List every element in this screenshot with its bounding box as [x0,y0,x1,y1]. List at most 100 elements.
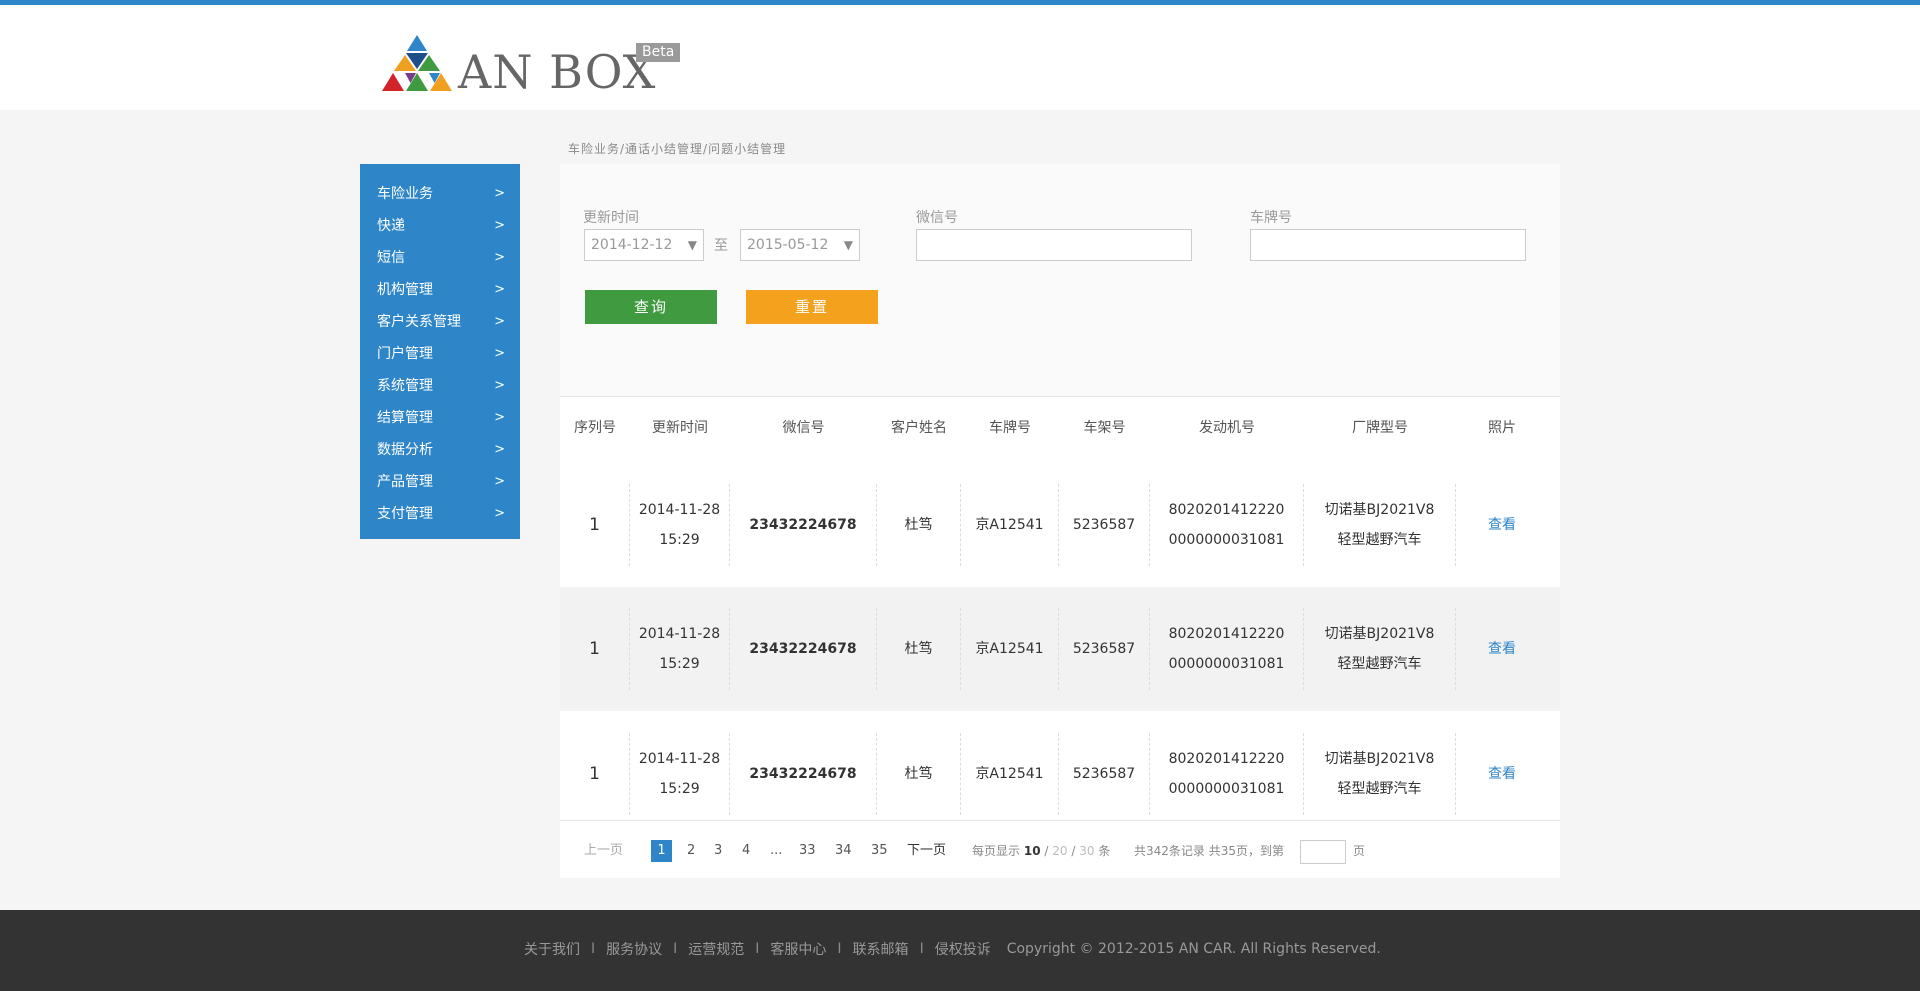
page-35-button[interactable]: 35 [871,840,888,862]
footer-separator: I [755,941,760,957]
cell-model: 切诺基BJ2021V8 轻型越野汽车 [1304,484,1456,566]
sidebar-item-label: 产品管理 [377,474,433,490]
sidebar-item-express[interactable]: 快递 > [360,209,520,241]
header: AN BOX Beta [0,5,1920,110]
start-date-value: 2014-12-12 [591,237,673,253]
sidebar-item-payment-management[interactable]: 支付管理 > [360,497,520,529]
page-33-button[interactable]: 33 [799,840,816,862]
per-page-option-30[interactable]: 30 [1079,844,1094,858]
footer-separator: I [919,941,924,957]
sidebar-item-label: 机构管理 [377,282,433,298]
footer-separator: I [591,941,596,957]
cell-photo: 查看 [1456,608,1548,690]
col-header-wechat: 微信号 [782,420,825,436]
cell-vin: 5236587 [1059,608,1150,690]
plate-label: 车牌号 [1250,210,1292,226]
cell-wechat: 23432224678 [730,608,877,690]
cell-model: 切诺基BJ2021V8 轻型越野汽车 [1304,733,1456,815]
footer-links: 关于我们 I 服务协议 I 运营规范 I 客服中心 I 联系邮箱 I 侵权投诉 … [524,939,1381,959]
footer-link-infringement[interactable]: 侵权投诉 [935,939,991,959]
cell-engine: 8020201412220 0000000031081 [1150,484,1304,566]
page-34-button[interactable]: 34 [835,840,852,862]
date-range-separator: 至 [714,238,728,254]
cell-update-time: 2014-11-28 15:29 [630,484,730,566]
view-photo-link[interactable]: 查看 [1488,510,1516,540]
sidebar-item-sms[interactable]: 短信 > [360,241,520,273]
sidebar-item-label: 快递 [377,218,405,234]
sidebar-item-org-management[interactable]: 机构管理 > [360,273,520,305]
col-header-photo: 照片 [1488,420,1516,436]
sidebar-item-car-insurance[interactable]: 车险业务 > [360,177,520,209]
footer-link-operation-rules[interactable]: 运营规范 [688,939,744,959]
chevron-right-icon: > [494,441,505,457]
reset-button[interactable]: 重置 [746,290,878,324]
cell-customer-name: 杜笃 [877,733,961,815]
page-unit-label: 页 [1353,844,1366,858]
cell-engine: 8020201412220 0000000031081 [1150,733,1304,815]
chevron-right-icon: > [494,505,505,521]
view-photo-link[interactable]: 查看 [1488,759,1516,789]
end-date-select[interactable]: 2015-05-12 ▼ [740,229,860,261]
per-page-option-20[interactable]: 20 [1052,844,1067,858]
footer: 关于我们 I 服务协议 I 运营规范 I 客服中心 I 联系邮箱 I 侵权投诉 … [0,910,1920,991]
footer-link-support[interactable]: 客服中心 [770,939,826,959]
chevron-right-icon: > [494,249,505,265]
cell-update-time: 2014-11-28 15:29 [630,608,730,690]
sidebar-item-settlement[interactable]: 结算管理 > [360,401,520,433]
chevron-right-icon: > [494,473,505,489]
end-date-value: 2015-05-12 [747,237,829,253]
cell-customer-name: 杜笃 [877,484,961,566]
table-row: 1 2014-11-28 15:29 23432224678 杜笃 京A12541… [560,587,1560,711]
chevron-right-icon: > [494,313,505,329]
col-header-engine: 发动机号 [1199,420,1255,436]
view-photo-link[interactable]: 查看 [1488,634,1516,664]
sidebar-item-label: 客户关系管理 [377,314,461,330]
start-date-select[interactable]: 2014-12-12 ▼ [584,229,704,261]
sidebar-item-system-management[interactable]: 系统管理 > [360,369,520,401]
chevron-right-icon: > [494,409,505,425]
update-time-label: 更新时间 [583,210,639,226]
per-page-selector: 每页显示 10 / 20 / 30 条 [972,844,1111,858]
footer-link-about[interactable]: 关于我们 [524,939,580,959]
breadcrumb: 车险业务/通话小结管理/问题小结管理 [568,142,787,156]
brand-name: AN BOX [458,45,657,99]
query-button[interactable]: 查询 [585,290,717,324]
footer-link-service-agreement[interactable]: 服务协议 [606,939,662,959]
logo[interactable]: AN BOX Beta [382,31,682,99]
sidebar-item-portal-management[interactable]: 门户管理 > [360,337,520,369]
page-1-button[interactable]: 1 [651,840,672,862]
cell-wechat: 23432224678 [730,733,877,815]
caret-down-icon: ▼ [687,238,697,252]
sidebar-item-label: 车险业务 [377,186,433,202]
sidebar-item-crm[interactable]: 客户关系管理 > [360,305,520,337]
cell-plate: 京A12541 [961,484,1059,566]
next-page-button[interactable]: 下一页 [907,840,946,862]
sidebar-item-data-analysis[interactable]: 数据分析 > [360,433,520,465]
wechat-input[interactable] [916,229,1192,261]
sidebar-nav: 车险业务 > 快递 > 短信 > 机构管理 > 客户关系管理 > 门户管理 > 系统管理 > … [360,164,520,539]
table-header: 序列号 更新时间 微信号 客户姓名 车牌号 车架号 发动机号 厂牌型号 照片 [560,398,1560,458]
chevron-right-icon: > [494,217,505,233]
footer-link-contact-email[interactable]: 联系邮箱 [853,939,909,959]
col-header-plate: 车牌号 [989,420,1031,436]
page-2-button[interactable]: 2 [687,840,695,862]
footer-separator: I [673,941,678,957]
chevron-right-icon: > [494,281,505,297]
cell-vin: 5236587 [1059,484,1150,566]
jump-page-input[interactable] [1300,840,1346,864]
col-header-serial: 序列号 [574,420,616,436]
page-4-button[interactable]: 4 [742,840,750,862]
per-page-option-10[interactable]: 10 [1024,844,1041,858]
prev-page-button[interactable]: 上一页 [584,840,623,862]
sidebar-item-label: 系统管理 [377,378,433,394]
cell-serial: 1 [560,733,630,815]
sidebar-item-product-management[interactable]: 产品管理 > [360,465,520,497]
chevron-right-icon: > [494,345,505,361]
per-page-unit: 条 [1098,844,1111,858]
beta-badge: Beta [636,43,681,62]
page-3-button[interactable]: 3 [714,840,722,862]
sidebar-item-label: 门户管理 [377,346,433,362]
record-summary: 共342条记录 共35页，到第 [1134,844,1284,858]
col-header-vin: 车架号 [1083,420,1126,436]
plate-input[interactable] [1250,229,1526,261]
